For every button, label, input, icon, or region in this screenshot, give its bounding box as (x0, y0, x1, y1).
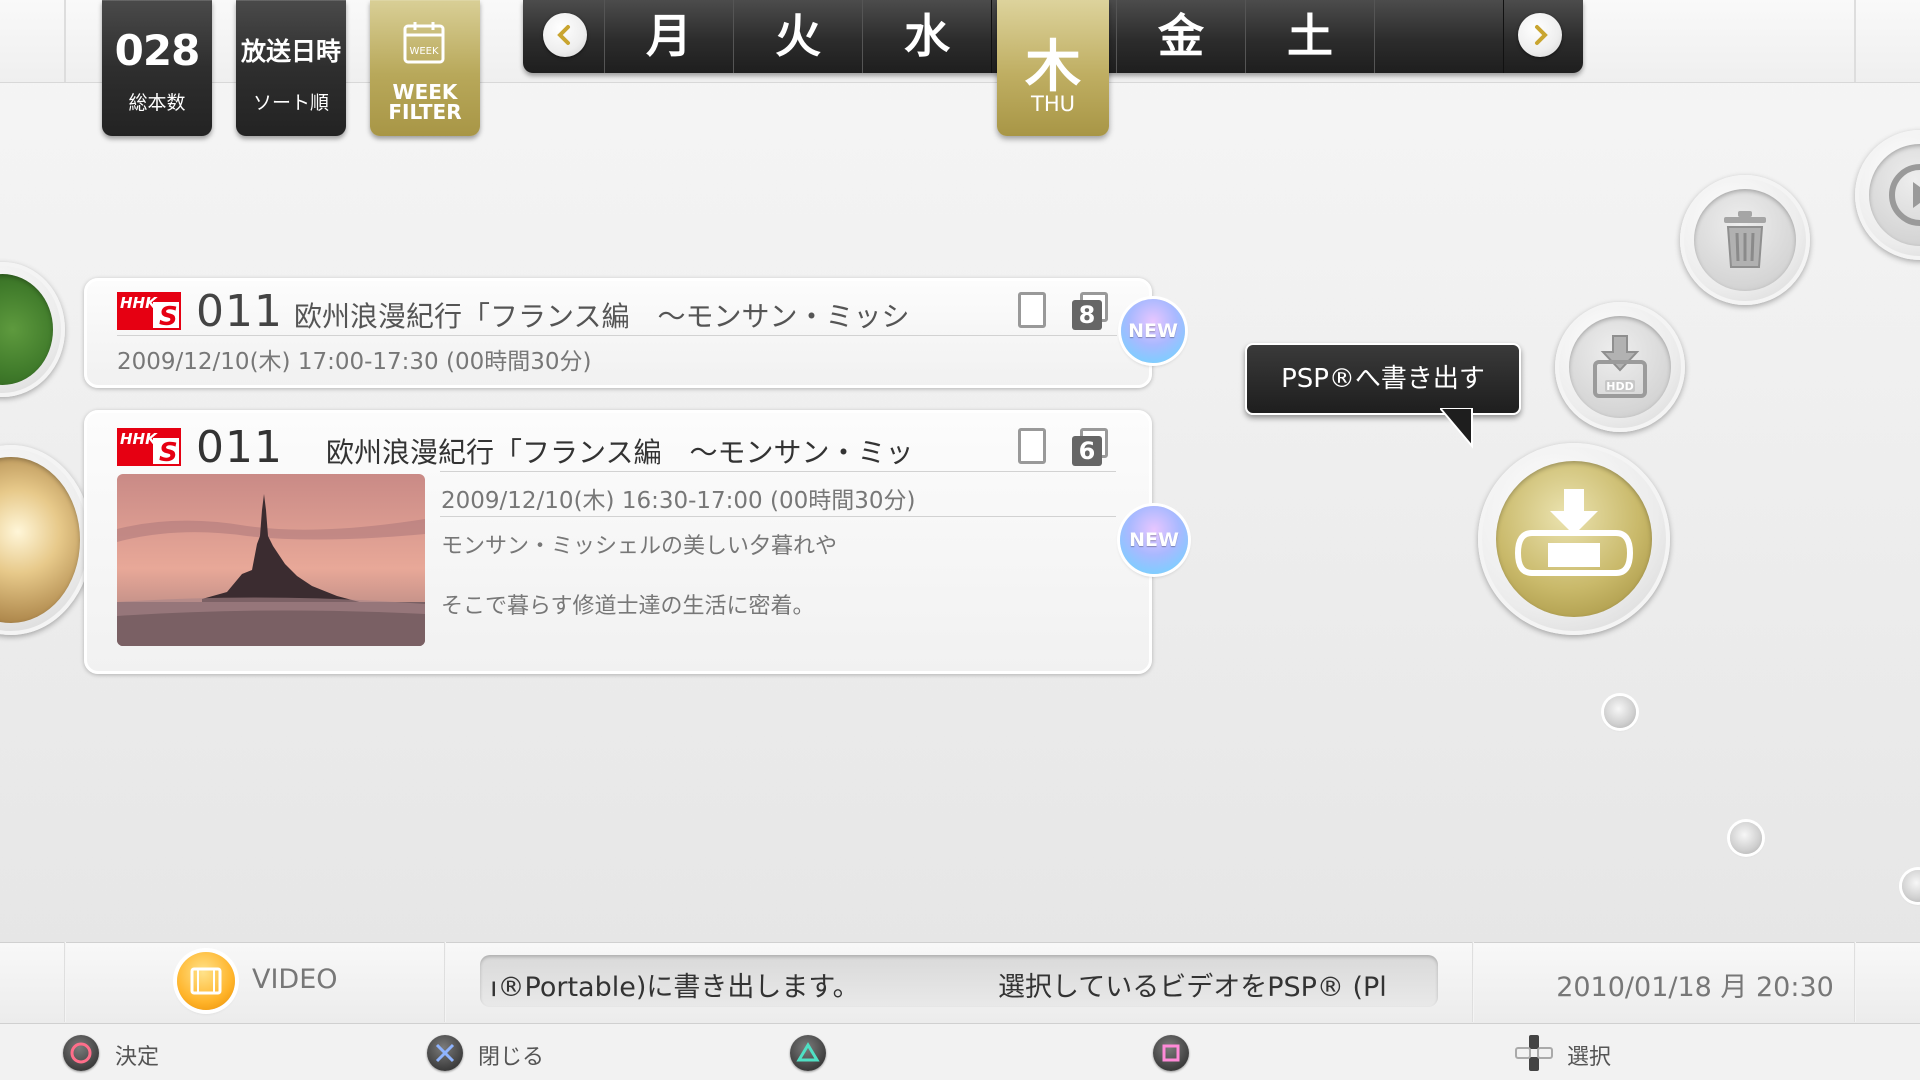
top-divider (64, 0, 66, 82)
menu-slot-dot[interactable] (1730, 822, 1762, 854)
day-tab-thu-en: THU (1031, 92, 1075, 116)
recording-description-line1: モンサン・ミッシェルの美しい夕暮れや (441, 534, 838, 559)
divider (117, 335, 1117, 336)
next-day-button[interactable] (1518, 13, 1562, 57)
recording-thumbnail (117, 474, 425, 646)
psp-export-icon (1514, 489, 1634, 576)
document-icon (1018, 428, 1046, 464)
hint-confirm: 決定 (115, 1045, 160, 1070)
chevron-right-icon (1535, 25, 1548, 45)
recording-title: 欧州浪漫紀行「フランス編 ～モンサン・ミッシ (294, 300, 910, 333)
square-button-icon (1153, 1035, 1189, 1071)
document-icon (1018, 292, 1046, 328)
triangle-button-icon (790, 1035, 826, 1071)
total-count-value: 028 (114, 26, 201, 75)
recording-title: 欧州浪漫紀行「フランス編 ～モンサン・ミッ (326, 436, 914, 469)
recording-description-line2: そこで暮らす修道士達の生活に密着。 (441, 594, 815, 619)
day-tab-sun[interactable] (1374, 0, 1504, 73)
video-app-icon (177, 952, 235, 1010)
prev-day-button[interactable] (543, 13, 587, 57)
new-badge: NEW (1121, 299, 1185, 363)
button-hints (0, 1024, 1920, 1080)
week-filter-tile[interactable]: WEEK WEEK FILTER (370, 0, 480, 136)
status-divider (64, 942, 66, 1022)
message-ticker: ı®Portable)に書き出します。 選択しているビデオをPSP® (Pl (480, 955, 1438, 1007)
recording-datetime: 2009/12/10(木) 16:30-17:00 (00時間30分) (441, 488, 916, 514)
day-tab-thu-label: 木 (1025, 35, 1081, 100)
new-badge: NEW (1120, 506, 1188, 574)
day-tab-fri[interactable]: 金 (1116, 0, 1246, 73)
top-divider (1854, 0, 1856, 82)
tooltip: PSP®へ書き出す (1245, 343, 1521, 415)
status-divider (1472, 942, 1474, 1022)
play-icon (1889, 164, 1920, 226)
status-divider (444, 942, 446, 1022)
clock: 2010/01/18 月 20:30 (1556, 972, 1834, 1003)
week-filter-line1: WEEK (392, 80, 458, 104)
prev-item-thumbnail[interactable] (0, 262, 65, 397)
day-tab-sat[interactable]: 土 (1245, 0, 1375, 73)
menu-slot-dot[interactable] (1902, 870, 1920, 902)
ticker-text-2: 選択しているビデオをPSP® (Pl (998, 972, 1387, 1003)
total-count-label: 総本数 (128, 92, 186, 114)
delete-button[interactable] (1680, 175, 1810, 305)
recording-datetime: 2009/12/10(木) 17:00-17:30 (00時間30分) (117, 349, 592, 375)
chevron-left-icon (557, 25, 570, 45)
prev-item-thumbnail[interactable] (0, 445, 92, 635)
app-label: VIDEO (252, 964, 338, 995)
channel-logo: HHK S (117, 292, 181, 332)
channel-number: 011 (196, 286, 283, 337)
hint-select: 選択 (1567, 1045, 1612, 1070)
hint-close: 閉じる (478, 1045, 545, 1070)
channel-logo: HHK S (117, 428, 181, 468)
trash-icon (1724, 211, 1766, 268)
calendar-week-text: WEEK (409, 46, 439, 57)
sort-order-tile[interactable]: 放送日時 ソート順 (236, 0, 346, 136)
divider (440, 471, 1116, 472)
chapter-count: 6 (1072, 436, 1102, 466)
copy-to-hdd-button[interactable]: HDD (1555, 302, 1685, 432)
day-tab-wed[interactable]: 水 (862, 0, 992, 73)
day-tab-thu[interactable]: 木 THU (997, 0, 1109, 136)
chapter-count-icon: 8 (1072, 292, 1110, 330)
total-count-tile[interactable]: 028 総本数 (102, 0, 212, 136)
divider (440, 516, 1116, 517)
ticker-text-1: ı®Portable)に書き出します。 (490, 972, 860, 1003)
svg-text:HHK: HHK (120, 294, 158, 312)
chapter-count-icon: 6 (1072, 428, 1110, 466)
hdd-download-icon: HDD (1593, 335, 1647, 398)
svg-text:S: S (159, 302, 178, 330)
play-button[interactable] (1855, 130, 1920, 260)
dpad-icon (1514, 1033, 1554, 1073)
sort-order-label: ソート順 (252, 92, 329, 114)
calendar-icon: WEEK (401, 20, 447, 66)
week-filter-line2: FILTER (388, 100, 462, 124)
svg-text:HHK: HHK (120, 430, 158, 448)
export-to-psp-button[interactable] (1478, 443, 1670, 635)
channel-number: 011 (196, 422, 283, 473)
svg-text:S: S (159, 438, 178, 466)
day-tab-mon[interactable]: 月 (604, 0, 734, 73)
menu-slot-dot[interactable] (1604, 696, 1636, 728)
sort-order-value: 放送日時 (240, 37, 341, 66)
hdd-label: HDD (1606, 380, 1633, 393)
cross-button-icon (427, 1035, 463, 1071)
day-tab-tue[interactable]: 火 (733, 0, 863, 73)
week-filter-label: WEEK FILTER (370, 82, 480, 122)
circle-button-icon (63, 1035, 99, 1071)
chapter-count: 8 (1072, 300, 1102, 330)
